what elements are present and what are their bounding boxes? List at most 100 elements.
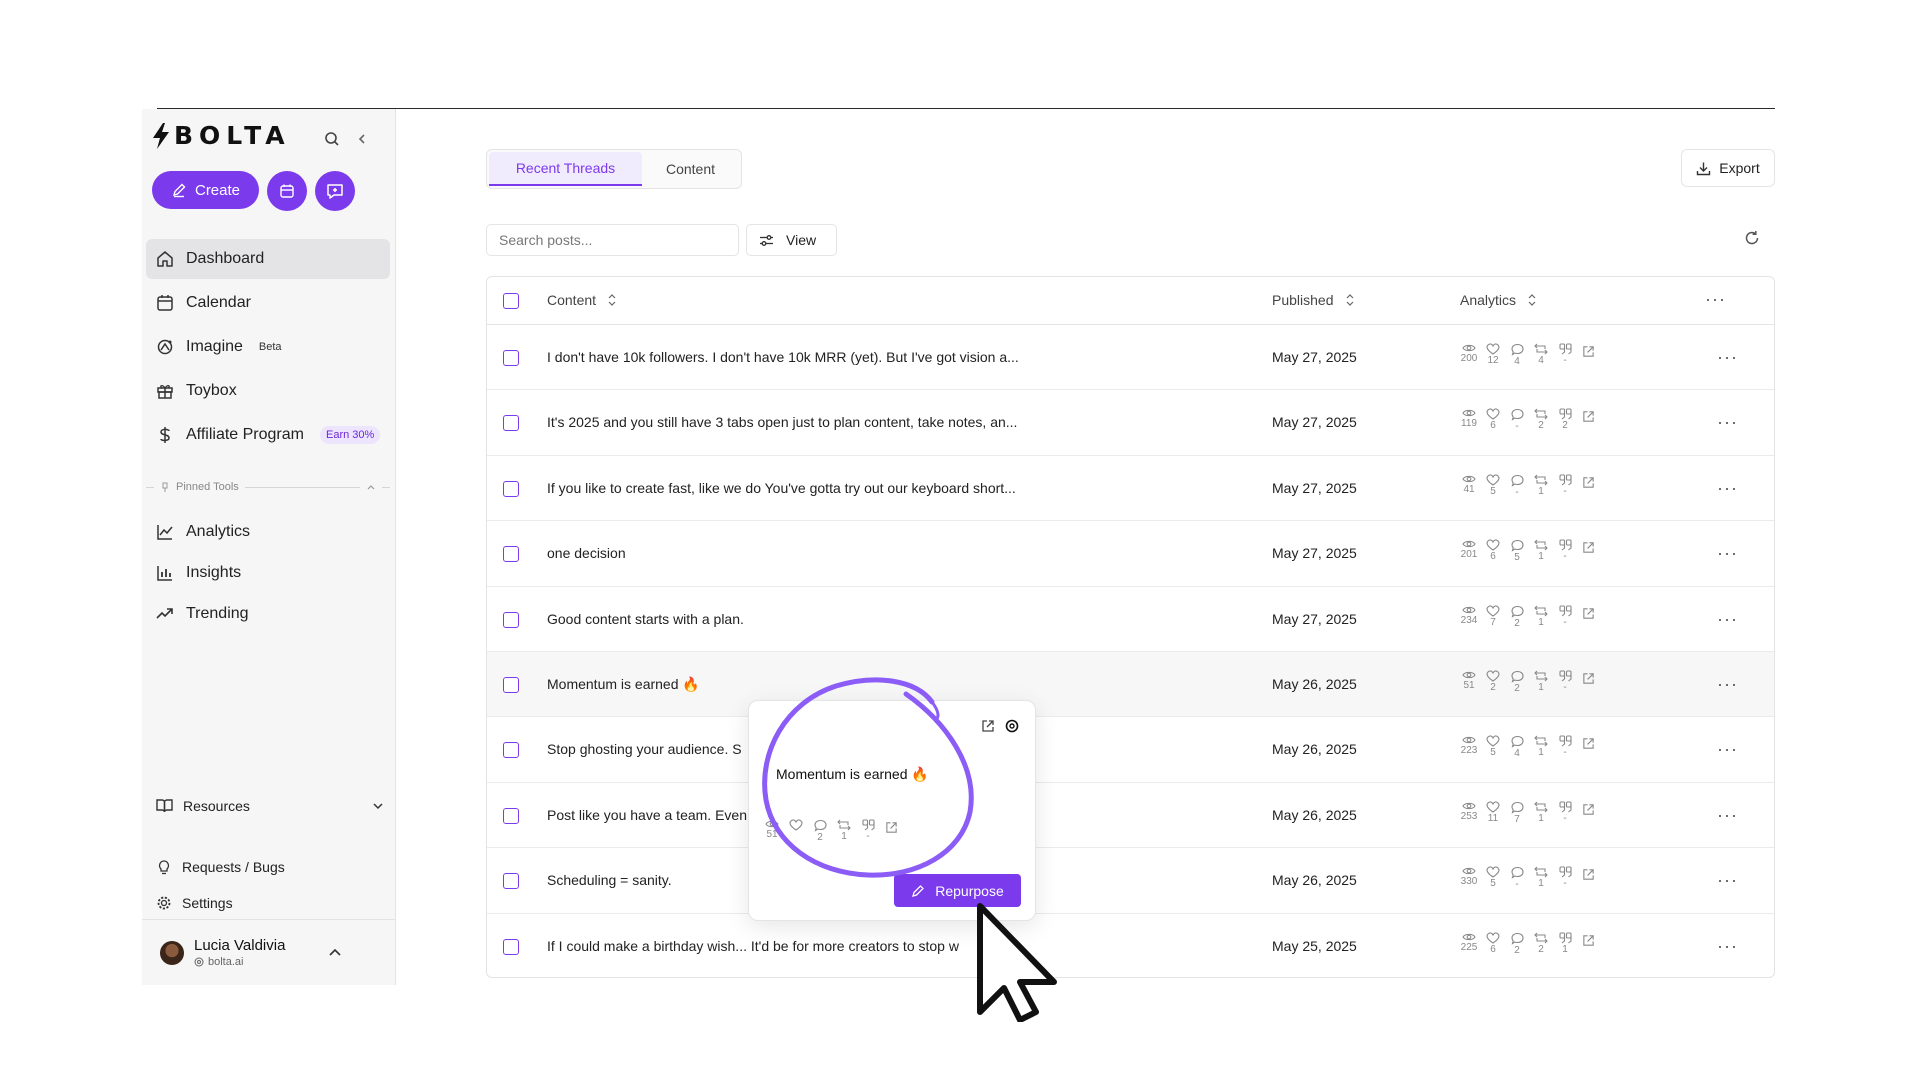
- external-link-icon[interactable]: [1582, 476, 1595, 498]
- user-handle-row: bolta.ai: [194, 956, 285, 968]
- analytics-cell: 253 11 7 1 -: [1460, 801, 1595, 825]
- tab-content[interactable]: Content: [642, 152, 739, 186]
- table-row[interactable]: If you like to create fast, like we do Y…: [487, 456, 1774, 522]
- table-row[interactable]: Momentum is earned 🔥 May 26, 2025 51 2 2 1 - ··…: [487, 651, 1774, 718]
- heart-icon: [1486, 866, 1500, 878]
- search-icon[interactable]: [320, 127, 344, 151]
- post-content[interactable]: one decision: [547, 545, 626, 561]
- resources-toggle[interactable]: Resources: [156, 797, 384, 814]
- nav-label: Toybox: [186, 382, 237, 399]
- calendar-quick-button[interactable]: [267, 171, 307, 211]
- published-date: May 26, 2025: [1272, 872, 1357, 889]
- metric-value: -: [1563, 551, 1567, 563]
- row-more-icon[interactable]: ···: [1717, 412, 1738, 433]
- nav-item-imagine[interactable]: Imagine Beta: [146, 327, 390, 367]
- post-content[interactable]: If you like to create fast, like we do Y…: [547, 480, 1016, 496]
- external-link-icon[interactable]: [1582, 737, 1595, 759]
- post-content[interactable]: Good content starts with a plan.: [547, 611, 744, 627]
- row-checkbox[interactable]: [503, 938, 519, 955]
- post-content[interactable]: It's 2025 and you still have 3 tabs open…: [547, 414, 1017, 430]
- chevron-up-icon[interactable]: [366, 482, 376, 492]
- external-link-icon[interactable]: [1582, 672, 1595, 694]
- nav-item-analytics[interactable]: Analytics: [146, 514, 390, 550]
- post-content[interactable]: Momentum is earned 🔥: [547, 676, 700, 693]
- table-row[interactable]: Stop ghosting your audience. S May 26, 20…: [487, 717, 1774, 783]
- post-content[interactable]: If I could make a birthday wish... It'd …: [547, 938, 959, 954]
- calendar-icon: [280, 184, 294, 198]
- row-more-icon[interactable]: ···: [1717, 543, 1738, 564]
- table-row[interactable]: I don't have 10k followers. I don't have…: [487, 325, 1774, 391]
- tab-recent-threads[interactable]: Recent Threads: [489, 152, 642, 186]
- metric-value: 5: [1514, 552, 1520, 564]
- row-checkbox[interactable]: [503, 873, 519, 890]
- metric-value: 1: [1538, 616, 1544, 628]
- row-checkbox[interactable]: [503, 676, 519, 693]
- collapse-sidebar-icon[interactable]: [350, 127, 374, 151]
- metric-comment: 2: [1508, 670, 1526, 694]
- row-checkbox[interactable]: [503, 350, 519, 366]
- table-row[interactable]: It's 2025 and you still have 3 tabs open…: [487, 390, 1774, 456]
- row-more-icon[interactable]: ···: [1717, 739, 1738, 760]
- home-icon: [157, 251, 173, 267]
- table-row[interactable]: Good content starts with a plan. May 27, …: [487, 587, 1774, 652]
- row-more-icon[interactable]: ···: [1717, 347, 1738, 368]
- table-row[interactable]: Post like you have a team. Even May 26, 2…: [487, 783, 1774, 849]
- external-link-icon[interactable]: [1582, 541, 1595, 563]
- row-checkbox[interactable]: [503, 480, 519, 497]
- thread-quick-button[interactable]: [315, 171, 355, 211]
- metric-comment: -: [1508, 866, 1526, 890]
- export-button[interactable]: Export: [1681, 149, 1775, 187]
- chevron-up-icon[interactable]: [328, 945, 342, 959]
- row-more-icon[interactable]: ···: [1717, 805, 1738, 826]
- column-analytics[interactable]: Analytics: [1460, 292, 1536, 308]
- header-more-icon[interactable]: ···: [1705, 289, 1726, 310]
- nav-item-affiliate[interactable]: Affiliate Program Earn 30%: [146, 415, 390, 455]
- refresh-icon[interactable]: [1744, 230, 1760, 246]
- post-content[interactable]: I don't have 10k followers. I don't have…: [547, 349, 1019, 365]
- post-content[interactable]: Stop ghosting your audience. S: [547, 741, 742, 757]
- row-more-icon[interactable]: ···: [1717, 870, 1738, 891]
- external-link-icon[interactable]: [1582, 410, 1595, 432]
- external-link-icon[interactable]: [1582, 803, 1595, 825]
- comment-icon: [1510, 670, 1524, 683]
- post-content[interactable]: Scheduling = sanity.: [547, 872, 672, 888]
- requests-bugs-link[interactable]: Requests / Bugs: [156, 849, 285, 885]
- nav-item-insights[interactable]: Insights: [146, 555, 390, 591]
- settings-link[interactable]: Settings: [156, 885, 285, 921]
- row-checkbox[interactable]: [503, 742, 519, 759]
- nav-item-dashboard[interactable]: Dashboard: [146, 239, 390, 279]
- threads-icon[interactable]: [1005, 719, 1019, 733]
- external-link-icon[interactable]: [1582, 868, 1595, 890]
- bolt-icon: [153, 122, 169, 149]
- table-row[interactable]: Scheduling = sanity. May 26, 2025 330 5 - 1 - ·…: [487, 848, 1774, 914]
- row-checkbox[interactable]: [503, 611, 519, 628]
- row-more-icon[interactable]: ···: [1717, 478, 1738, 499]
- row-checkbox[interactable]: [503, 415, 519, 432]
- table-row[interactable]: one decision May 27, 2025 201 6 5 1 - ···: [487, 521, 1774, 587]
- external-link-icon[interactable]: [1582, 345, 1595, 367]
- logo[interactable]: BOLTA: [152, 121, 291, 150]
- view-button[interactable]: View: [746, 224, 837, 256]
- external-link-icon[interactable]: [1582, 934, 1595, 956]
- column-content[interactable]: Content: [547, 292, 616, 308]
- nav-item-calendar[interactable]: Calendar: [146, 283, 390, 323]
- post-content[interactable]: Post like you have a team. Even: [547, 807, 747, 823]
- row-more-icon[interactable]: ···: [1717, 936, 1738, 957]
- row-checkbox[interactable]: [503, 807, 519, 824]
- bar-chart-icon: [157, 566, 172, 581]
- main-nav: Dashboard Calendar Imagine Beta Toybox A…: [146, 239, 390, 459]
- row-more-icon[interactable]: ···: [1717, 609, 1738, 630]
- nav-item-trending[interactable]: Trending: [146, 596, 390, 632]
- metric-quote: -: [1556, 605, 1574, 629]
- row-more-icon[interactable]: ···: [1717, 674, 1738, 695]
- metric-repost: 1: [1532, 866, 1550, 890]
- search-input[interactable]: Search posts...: [486, 224, 739, 256]
- user-profile[interactable]: Lucia Valdivia bolta.ai: [160, 937, 341, 968]
- table-row[interactable]: If I could make a birthday wish... It'd …: [487, 914, 1774, 977]
- select-all-checkbox[interactable]: [503, 293, 519, 309]
- column-published[interactable]: Published: [1272, 292, 1354, 308]
- row-checkbox[interactable]: [503, 546, 519, 563]
- nav-item-toybox[interactable]: Toybox: [146, 371, 390, 411]
- create-button[interactable]: Create: [152, 171, 259, 209]
- external-link-icon[interactable]: [1582, 607, 1595, 629]
